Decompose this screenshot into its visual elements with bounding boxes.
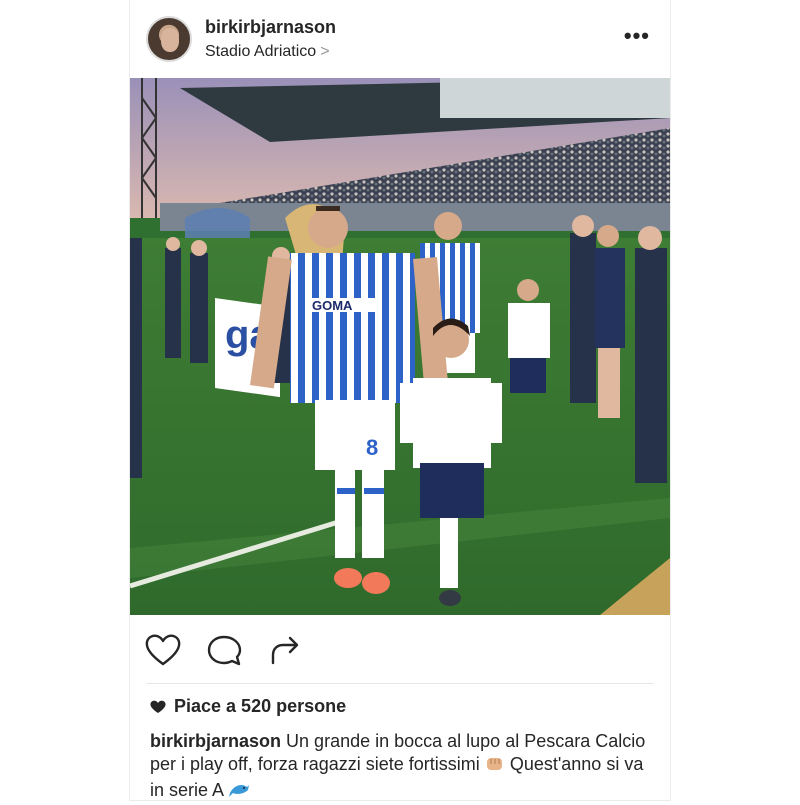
share-icon[interactable] bbox=[266, 633, 304, 667]
avatar-face bbox=[161, 28, 179, 52]
likes-count[interactable]: Piace a 520 persone bbox=[150, 696, 346, 717]
shirt-number: 8 bbox=[366, 435, 378, 460]
instagram-post: birkirbjarnason Stadio Adriatico > ••• g… bbox=[130, 0, 670, 800]
stadium-photo: gai GOMA 8 bbox=[130, 78, 670, 615]
comment-icon[interactable] bbox=[206, 633, 244, 667]
action-bar bbox=[130, 615, 670, 683]
heart-icon[interactable] bbox=[144, 633, 182, 667]
post-username[interactable]: birkirbjarnason bbox=[205, 17, 336, 38]
post-location[interactable]: Stadio Adriatico > bbox=[205, 43, 330, 61]
chevron-right-icon: > bbox=[320, 43, 330, 60]
post-caption: birkirbjarnason Un grande in bocca al lup… bbox=[150, 730, 650, 805]
dolphin-emoji-icon bbox=[228, 781, 250, 805]
post-photo[interactable]: gai GOMA 8 bbox=[130, 78, 670, 615]
small-heart-icon bbox=[150, 700, 166, 713]
more-options-button[interactable]: ••• bbox=[624, 25, 650, 47]
location-label: Stadio Adriatico bbox=[205, 43, 317, 60]
caption-username[interactable]: birkirbjarnason bbox=[150, 731, 281, 751]
divider bbox=[146, 683, 654, 684]
likes-label: Piace a 520 persone bbox=[174, 696, 347, 716]
svg-text:GOMA: GOMA bbox=[312, 298, 353, 313]
post-header: birkirbjarnason Stadio Adriatico > ••• bbox=[130, 0, 670, 76]
fist-emoji-icon bbox=[485, 755, 505, 779]
avatar[interactable] bbox=[146, 16, 192, 62]
